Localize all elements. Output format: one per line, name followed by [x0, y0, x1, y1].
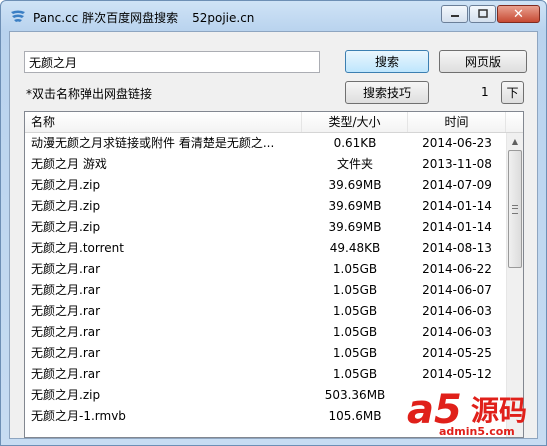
cell-time: 2014-06-03 [422, 325, 492, 339]
cell-size: 49.48KB [329, 241, 381, 255]
cell-size: 39.69MB [328, 178, 382, 192]
maximize-button[interactable] [469, 5, 496, 23]
cell-size: 39.69MB [328, 220, 382, 234]
cell-time: 2014-07-09 [422, 178, 492, 192]
column-header-time[interactable]: 时间 [408, 112, 506, 132]
web-version-button[interactable]: 网页版 [439, 50, 527, 73]
cell-time: 2014-01-14 [422, 199, 492, 213]
watermark-url: admin5.com [439, 425, 515, 438]
title-bar[interactable]: Panc.cc 胖次百度网盘搜索 52pojie.cn ✕ [1, 1, 546, 31]
cell-name: 无颜之月.rar [31, 283, 101, 297]
next-page-button[interactable]: 下 [501, 81, 524, 104]
cell-name: 无颜之月.zip [31, 178, 101, 192]
cell-time: 2014-08-13 [422, 241, 492, 255]
cell-size: 1.05GB [332, 304, 378, 318]
cell-size: 0.61KB [333, 136, 377, 150]
list-item[interactable]: 无颜之月.rar 1.05GB 2014-05-12 [25, 364, 506, 385]
cell-time: 2014-06-07 [422, 283, 492, 297]
list-item[interactable]: 无颜之月.rar 1.05GB 2014-06-03 [25, 301, 506, 322]
cell-name: 无颜之月.rar [31, 367, 101, 381]
cell-name: 无颜之月.rar [31, 346, 101, 360]
window-title-text: Panc.cc 胖次百度网盘搜索 [33, 11, 179, 25]
list-item[interactable]: 无颜之月.zip 39.69MB 2014-07-09 [25, 175, 506, 196]
cell-time: 2014-05-25 [422, 346, 492, 360]
minimize-icon [450, 7, 460, 21]
cell-size: 1.05GB [332, 325, 378, 339]
column-header-name[interactable]: 名称 [25, 112, 302, 132]
window-title: Panc.cc 胖次百度网盘搜索 52pojie.cn [33, 9, 254, 26]
cell-time: 2014-06-22 [422, 262, 492, 276]
watermark-logo: a5 源码 admin5.com [397, 383, 547, 446]
app-logo-icon [10, 9, 26, 23]
minimize-button[interactable] [441, 5, 468, 23]
cell-name: 无颜之月.torrent [31, 241, 124, 255]
cell-size: 105.6MB [328, 409, 382, 423]
cell-name: 无颜之月.zip [31, 199, 101, 213]
cell-size: 文件夹 [336, 157, 373, 171]
list-item[interactable]: 无颜之月.rar 1.05GB 2014-06-03 [25, 322, 506, 343]
cell-name: 动漫无颜之月求链接或附件 看清楚是无颜之... [31, 136, 275, 150]
scroll-up-icon[interactable]: ▲ [507, 133, 523, 150]
close-icon: ✕ [513, 6, 524, 22]
list-item[interactable]: 无颜之月.zip 39.69MB 2014-01-14 [25, 217, 506, 238]
window-controls: ✕ [440, 5, 540, 23]
cell-time: 2013-11-08 [422, 157, 492, 171]
column-header-type[interactable]: 类型/大小 [302, 112, 408, 132]
close-button[interactable]: ✕ [497, 5, 540, 23]
page-number: 1 [481, 85, 489, 99]
list-header: 名称 类型/大小 时间 [25, 112, 523, 133]
cell-size: 503.36MB [324, 388, 386, 402]
cell-size: 1.05GB [332, 367, 378, 381]
list-item[interactable]: 无颜之月.torrent 49.48KB 2014-08-13 [25, 238, 506, 259]
cell-time: 2014-05-12 [422, 367, 492, 381]
list-item[interactable]: 无颜之月 游戏 文件夹 2013-11-08 [25, 154, 506, 175]
cell-name: 无颜之月-1.rmvb [31, 409, 126, 423]
list-item[interactable]: 无颜之月.zip 39.69MB 2014-01-14 [25, 196, 506, 217]
cell-name: 无颜之月.rar [31, 304, 101, 318]
cell-size: 1.05GB [332, 346, 378, 360]
search-input[interactable] [24, 51, 320, 73]
list-item[interactable]: 无颜之月.rar 1.05GB 2014-06-07 [25, 280, 506, 301]
app-window: Panc.cc 胖次百度网盘搜索 52pojie.cn ✕ 搜索 网页版 *双击名… [0, 0, 547, 446]
cell-name: 无颜之月.rar [31, 325, 101, 339]
cell-time: 2014-06-23 [422, 136, 492, 150]
cell-time: 2014-06-03 [422, 304, 492, 318]
list-item[interactable]: 无颜之月.rar 1.05GB 2014-05-25 [25, 343, 506, 364]
grip-icon [512, 205, 518, 214]
cell-size: 1.05GB [332, 262, 378, 276]
maximize-icon [477, 7, 488, 21]
main-panel: 搜索 网页版 *双击名称弹出网盘链接 搜索技巧 1 下 名称 类型/大小 时间 … [9, 31, 538, 439]
list-item[interactable]: 动漫无颜之月求链接或附件 看清楚是无颜之... 0.61KB 2014-06-23 [25, 133, 506, 154]
cell-name: 无颜之月.zip [31, 388, 101, 402]
cell-name: 无颜之月 游戏 [31, 157, 107, 171]
cell-size: 1.05GB [332, 283, 378, 297]
cell-size: 39.69MB [328, 199, 382, 213]
watermark-text: 源码 [471, 394, 528, 427]
scrollbar-thumb[interactable] [508, 150, 522, 268]
cell-name: 无颜之月.rar [31, 262, 101, 276]
hint-text: *双击名称弹出网盘链接 [26, 87, 153, 101]
search-button[interactable]: 搜索 [345, 50, 429, 73]
list-item[interactable]: 无颜之月.rar 1.05GB 2014-06-22 [25, 259, 506, 280]
search-tips-button[interactable]: 搜索技巧 [345, 81, 429, 104]
cell-name: 无颜之月.zip [31, 220, 101, 234]
window-subtitle: 52pojie.cn [192, 11, 255, 25]
cell-time: 2014-01-14 [422, 220, 492, 234]
